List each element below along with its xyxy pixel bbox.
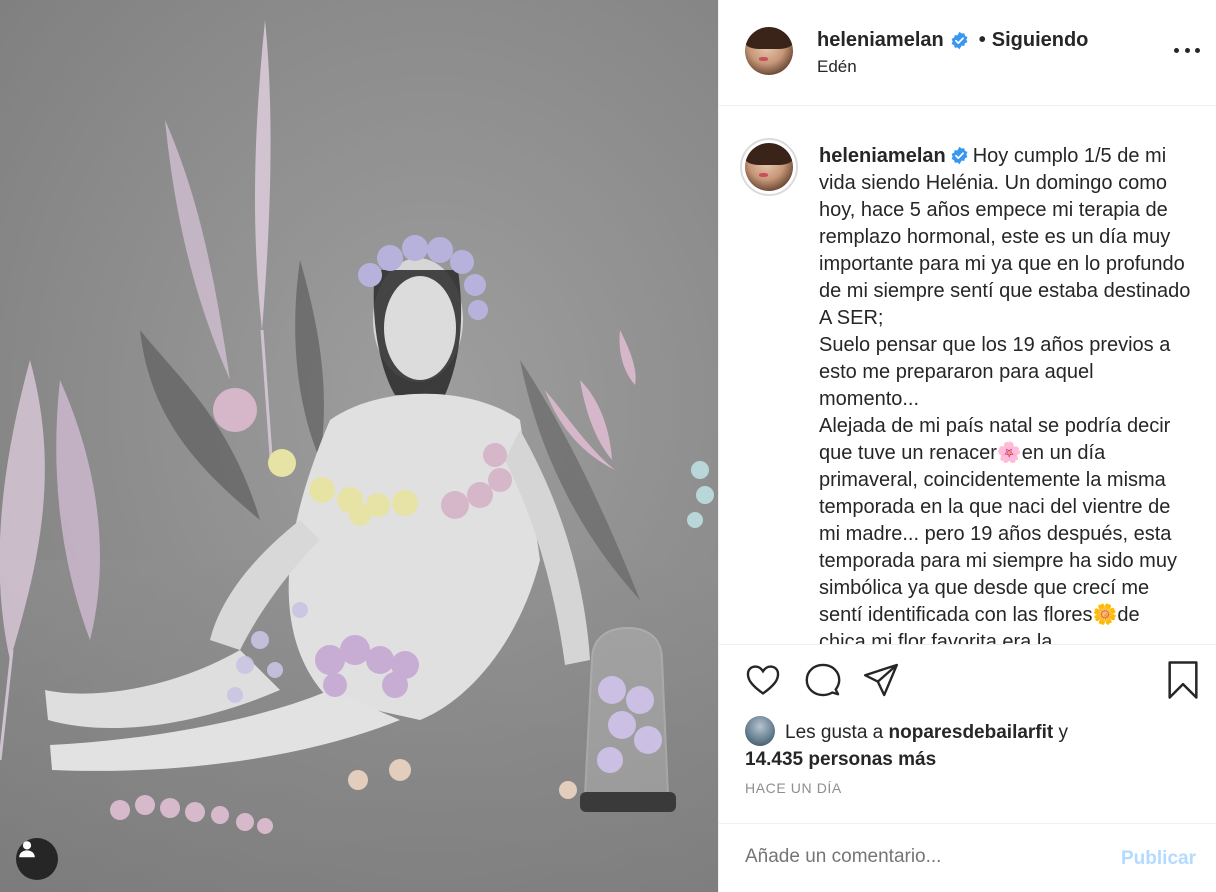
tagged-users-button[interactable] (16, 838, 58, 880)
author-username[interactable]: heleniamelan (817, 29, 944, 52)
liker-avatar[interactable] (745, 716, 775, 746)
post-photo[interactable] (0, 0, 718, 892)
post-sidebar: heleniamelan • Siguiendo Edén heleniamel… (718, 0, 1216, 892)
action-bar (719, 660, 1216, 706)
liker-username[interactable]: noparesdebailarfit (889, 722, 1054, 743)
comment-bubble-icon[interactable] (803, 660, 843, 700)
heart-icon[interactable] (743, 660, 783, 700)
caption-author-avatar[interactable] (745, 143, 793, 191)
likes-summary[interactable]: Les gusta a noparesdebailarfit y 14.435 p… (745, 716, 1195, 773)
likes-conjunction: y (1058, 722, 1069, 743)
following-button[interactable]: Siguiendo (992, 29, 1089, 52)
author-row: heleniamelan • Siguiendo (817, 29, 1088, 52)
caption-text: Hoy cumplo 1/5 de mi vida siendo Helénia… (819, 145, 1191, 645)
post-location[interactable]: Edén (817, 57, 857, 77)
comments-section[interactable]: heleniamelan Hoy cumplo 1/5 de mi vida si… (719, 107, 1216, 645)
more-options-icon[interactable] (1174, 40, 1200, 60)
likes-prefix: Les gusta a (785, 722, 884, 743)
publish-button[interactable]: Publicar (1121, 848, 1196, 870)
caption-username[interactable]: heleniamelan (819, 145, 946, 167)
verified-badge-icon (950, 31, 969, 50)
comment-input[interactable] (745, 846, 1085, 868)
author-avatar[interactable] (745, 27, 793, 75)
verified-badge-icon (950, 146, 969, 165)
post-caption: heleniamelan Hoy cumplo 1/5 de mi vida si… (819, 143, 1191, 644)
user-tag-icon (19, 841, 35, 858)
post-timestamp[interactable]: HACE UN DÍA (745, 780, 842, 796)
post-header: heleniamelan • Siguiendo Edén (719, 0, 1216, 106)
bookmark-icon[interactable] (1163, 660, 1203, 700)
paper-plane-icon[interactable] (861, 660, 901, 700)
likes-count[interactable]: 14.435 personas más (745, 749, 936, 770)
separator-dot: • (978, 29, 986, 51)
photo-illustration (0, 20, 718, 892)
add-comment-bar: Publicar (719, 823, 1216, 892)
